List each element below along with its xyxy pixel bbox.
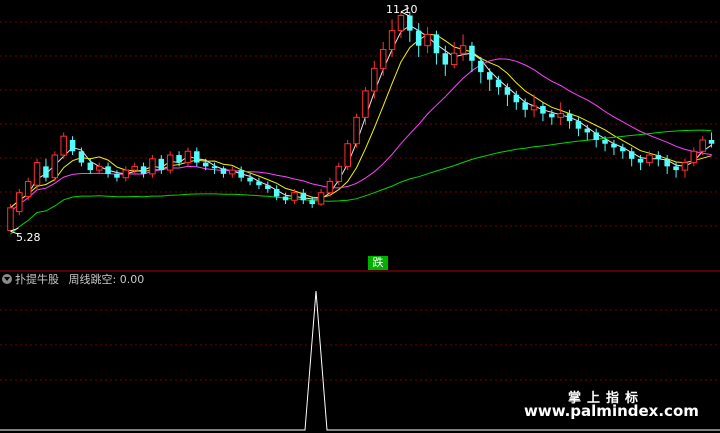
candle-body: [611, 143, 617, 148]
candle-body: [87, 162, 94, 171]
candle-body: [247, 177, 253, 182]
candle-body: [131, 165, 138, 171]
candle-body: [504, 87, 511, 95]
candle-body: [362, 90, 369, 118]
candle-body: [78, 151, 85, 163]
candle-body: [184, 150, 192, 164]
ma-yellow-line: [10, 33, 712, 209]
candle-body: [664, 158, 670, 167]
candle-body: [60, 135, 67, 156]
candle-body: [708, 139, 715, 144]
candle-body: [300, 192, 307, 201]
candle-body: [557, 113, 564, 118]
candle-body: [566, 113, 573, 122]
candle-body: [282, 196, 289, 201]
candle-body: [238, 170, 244, 178]
candle-body: [309, 200, 315, 205]
candle-body: [105, 166, 111, 174]
candle-body: [522, 102, 528, 110]
candle-body: [335, 165, 343, 182]
candle-body: [176, 155, 182, 163]
series-value: 0.00: [119, 273, 145, 286]
watermark-line2: www.palmindex.com: [524, 402, 699, 420]
candle-body: [317, 192, 325, 205]
candle-body: [513, 94, 520, 103]
candle-body: [450, 52, 458, 66]
candle-body: [379, 48, 387, 69]
candle-body: [486, 72, 493, 80]
candle-body: [646, 154, 653, 164]
candle-body: [291, 192, 298, 201]
candle-body: [16, 192, 23, 213]
candle-body: [114, 173, 120, 178]
candle-body: [211, 166, 218, 169]
candle-body: [407, 15, 413, 31]
candle-body: [495, 79, 502, 88]
candle-body: [540, 106, 546, 114]
candle-body: [584, 128, 591, 133]
candle-body: [51, 154, 59, 179]
indicator-name: 扑提牛股: [15, 273, 59, 286]
indicator-header: 扑提牛股 周线跳空: 0.00: [0, 272, 144, 288]
candle-body: [273, 188, 280, 197]
candle-body: [478, 60, 484, 73]
candle-body: [690, 150, 698, 164]
candle-body: [95, 165, 103, 171]
candle-body: [459, 45, 467, 54]
candle-body: [424, 33, 431, 47]
candle-body: [433, 34, 440, 54]
candle-body: [265, 185, 271, 189]
stock-chart-window: { "main_chart": { "high_label": "11.10",…: [0, 0, 720, 433]
ma-green-line: [10, 129, 712, 235]
candle-body: [397, 15, 405, 32]
candle-body: [344, 143, 351, 167]
high-price-label: 11.10: [386, 3, 418, 16]
candle-body: [7, 207, 14, 231]
candle-body: [149, 158, 156, 175]
candle-body: [575, 121, 582, 129]
candle-body: [43, 166, 49, 178]
dropdown-circle-icon[interactable]: [2, 274, 12, 284]
candle-body: [530, 105, 538, 111]
series-label: 周线跳空:: [68, 273, 117, 286]
candle-body: [593, 132, 599, 140]
candle-body: [140, 166, 147, 174]
candle-body: [681, 162, 689, 171]
candle-body: [353, 116, 360, 145]
candle-body: [202, 162, 209, 167]
candle-body: [673, 166, 679, 171]
candle-body: [256, 181, 262, 186]
candle-body: [220, 168, 227, 174]
candle-body: [620, 147, 626, 152]
candle-body: [166, 154, 174, 171]
candle-body: [158, 158, 165, 171]
candle-body: [637, 158, 644, 163]
candle-body: [326, 180, 334, 194]
low-price-label: 5.28: [16, 231, 41, 244]
candle-body: [415, 30, 422, 46]
candle-body: [469, 45, 475, 61]
chart-canvas[interactable]: [0, 0, 720, 433]
candle-body: [628, 151, 635, 159]
candle-body: [699, 139, 706, 152]
sell-signal-badge: 跌: [368, 256, 388, 270]
candle-body: [194, 151, 200, 163]
candle-body: [24, 180, 32, 198]
candle-body: [229, 169, 236, 175]
candle-body: [602, 139, 608, 144]
candle-body: [33, 162, 41, 186]
candle-body: [442, 53, 449, 65]
candle-body: [122, 169, 130, 179]
candle-body: [69, 139, 76, 152]
candle-body: [388, 30, 396, 50]
candle-body: [655, 155, 662, 159]
ma-magenta-line: [10, 58, 712, 212]
candle-body: [371, 67, 378, 92]
candle-body: [549, 113, 555, 118]
